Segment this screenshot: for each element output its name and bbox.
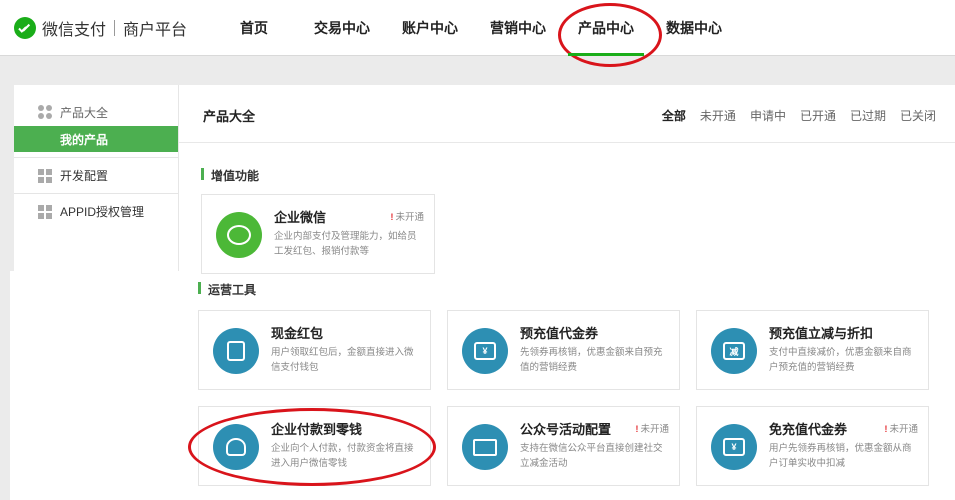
filter-not-activated[interactable]: 未开通 bbox=[700, 107, 736, 124]
filter-all[interactable]: 全部 bbox=[662, 107, 686, 124]
nav-marketing-center[interactable]: 营销中心 bbox=[474, 0, 562, 56]
sidebar-group-label: 产品大全 bbox=[60, 105, 109, 120]
card-desc: 用户领取红包后，金额直接进入微信支付钱包 bbox=[271, 347, 414, 373]
nav-home[interactable]: 首页 bbox=[210, 0, 298, 56]
status-filter-tabs: 全部 未开通 申请中 已开通 已过期 已关闭 bbox=[648, 107, 936, 124]
nav-data-center[interactable]: 数据中心 bbox=[650, 0, 738, 56]
card-desc: 先领券再核销，优惠金额来自预充值的营销经费 bbox=[520, 347, 663, 373]
grid-icon bbox=[38, 205, 52, 219]
sidebar-item-my-products[interactable]: 我的产品 bbox=[14, 126, 178, 152]
card-name: 预充值立减与折扣 bbox=[769, 326, 874, 341]
filter-activated[interactable]: 已开通 bbox=[800, 107, 836, 124]
chat-bubble-icon bbox=[216, 212, 262, 258]
platform-name: 商户平台 bbox=[123, 22, 188, 39]
sidebar-group-products[interactable]: 产品大全 bbox=[14, 101, 178, 123]
filter-expired[interactable]: 已过期 bbox=[850, 107, 886, 124]
sidebar-item-label: 开发配置 bbox=[60, 169, 109, 183]
logo-divider bbox=[114, 20, 116, 36]
product-card-wework[interactable]: 企业微信 ! 未开通 企业内部支付及管理能力，如给员工发红包、报销付款等 bbox=[201, 194, 435, 274]
coupon-icon: ¥ bbox=[462, 328, 508, 374]
status-badge: ! 未开通 bbox=[635, 424, 669, 435]
card-name: 预充值代金券 bbox=[520, 326, 599, 341]
logo[interactable]: 微信支付 商户平台 bbox=[14, 17, 187, 39]
section-title-operations: 运营工具 bbox=[198, 281, 256, 298]
wechat-pay-logo-icon bbox=[14, 17, 36, 39]
product-card-prepaid-discount[interactable]: 减 预充值立减与折扣 支付中直接减价，优惠金额来自商户预充值的营销经费 bbox=[696, 310, 929, 390]
red-packet-icon bbox=[213, 328, 259, 374]
coupon-icon: ¥ bbox=[711, 424, 757, 470]
sidebar-item-dev-config[interactable]: 开发配置 bbox=[14, 157, 178, 193]
card-name: 免充值代金券 bbox=[769, 422, 848, 437]
grid-icon bbox=[38, 169, 52, 183]
discount-icon: 减 bbox=[711, 328, 757, 374]
sidebar-item-appid-auth[interactable]: APPID授权管理 bbox=[14, 193, 178, 229]
card-name: 企业微信 bbox=[274, 210, 327, 225]
status-badge: ! 未开通 bbox=[390, 212, 424, 223]
sidebar-item-label: APPID授权管理 bbox=[60, 205, 145, 219]
main-nav: 首页 交易中心 账户中心 营销中心 产品中心 数据中心 bbox=[210, 0, 738, 67]
product-card-official-account-activity[interactable]: 公众号活动配置 ! 未开通 支持在微信公众平台直接创建社交立减金活动 bbox=[447, 406, 680, 486]
product-card-cash-red-packet[interactable]: 现金红包 用户领取红包后，金额直接进入微信支付钱包 bbox=[198, 310, 431, 390]
card-name: 公众号活动配置 bbox=[520, 422, 612, 437]
nav-trade-center[interactable]: 交易中心 bbox=[298, 0, 386, 56]
status-badge: ! 未开通 bbox=[884, 424, 918, 435]
card-desc: 企业内部支付及管理能力，如给员工发红包、报销付款等 bbox=[274, 231, 417, 257]
card-desc: 支付中直接减价，优惠金额来自商户预充值的营销经费 bbox=[769, 347, 912, 373]
brand-name: 微信支付 bbox=[42, 22, 107, 39]
monitor-icon bbox=[462, 424, 508, 470]
nav-product-center[interactable]: 产品中心 bbox=[558, 0, 662, 67]
panel-header: 产品大全 全部 未开通 申请中 已开通 已过期 已关闭 bbox=[179, 85, 955, 143]
filter-closed[interactable]: 已关闭 bbox=[900, 107, 936, 124]
product-card-free-coupon[interactable]: ¥ 免充值代金券 ! 未开通 用户先领券再核销，优惠金额从商户订单实收中扣减 bbox=[696, 406, 929, 486]
top-header: 微信支付 商户平台 首页 交易中心 账户中心 营销中心 产品中心 数据中心 bbox=[0, 0, 955, 67]
nav-account-center[interactable]: 账户中心 bbox=[386, 0, 474, 56]
product-dots-icon bbox=[38, 105, 52, 119]
section-title-value-added: 增值功能 bbox=[201, 167, 259, 184]
annotation-circle bbox=[188, 408, 436, 486]
filter-applying[interactable]: 申请中 bbox=[750, 107, 786, 124]
card-desc: 用户先领券再核销，优惠金额从商户订单实收中扣减 bbox=[769, 443, 912, 469]
sidebar: 产品大全 我的产品 开发配置 APPID授权管理 bbox=[14, 85, 178, 271]
page-title: 产品大全 bbox=[203, 109, 256, 124]
product-card-prepaid-coupon[interactable]: ¥ 预充值代金券 先领券再核销，优惠金额来自预充值的营销经费 bbox=[447, 310, 680, 390]
card-desc: 支持在微信公众平台直接创建社交立减金活动 bbox=[520, 443, 663, 469]
card-name: 现金红包 bbox=[271, 326, 324, 341]
